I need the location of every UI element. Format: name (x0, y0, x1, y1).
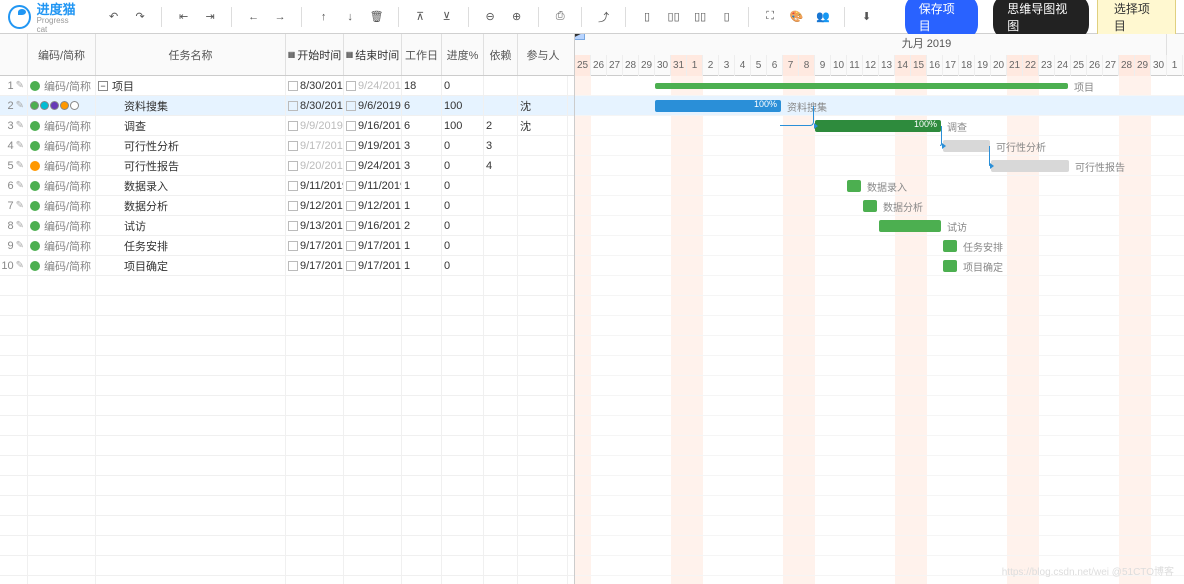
gantt-timeline-header: 九月 2019十月2526272829303112345678910111213… (575, 34, 1184, 76)
logo-title: 进度猫 (37, 2, 76, 17)
table-row[interactable]: 7✎编码/简称数据分析9/12/20199/12/201910 (0, 196, 574, 216)
col3-icon[interactable]: ▯▯ (689, 5, 712, 29)
redo-icon[interactable]: ↷ (129, 5, 152, 29)
gantt-bar[interactable]: 100% (815, 120, 941, 132)
toolbar: 进度猫 Progress cat ↶ ↷ ⇤ ⇥ ← → ↑ ↓ 🗑 ⊼ ⊻ ⊖… (0, 0, 1184, 34)
grid-header: 编码/简称 任务名称 ▦开始时间 ▦结束时间 工作日 进度% 依赖 参与人 (0, 34, 574, 76)
col-progress[interactable]: 进度% (442, 34, 484, 75)
expand-icon[interactable]: ⊼ (409, 5, 432, 29)
undo-icon[interactable]: ↶ (102, 5, 125, 29)
down-icon[interactable]: ↓ (339, 5, 362, 29)
gantt-bar[interactable] (943, 140, 990, 152)
gantt-bar[interactable] (991, 160, 1069, 172)
gantt-chart: ◀ ▶ 九月 2019十月252627282930311234567891011… (575, 34, 1184, 584)
gantt-nav: ◀ ▶ (575, 34, 585, 40)
gantt-bar[interactable]: 100% (655, 100, 781, 112)
scroll-right-icon[interactable]: ▶ (575, 34, 585, 40)
logo-subtitle: Progress cat (37, 16, 79, 34)
right-icon[interactable]: → (269, 5, 292, 29)
col-workdays[interactable]: 工作日 (402, 34, 442, 75)
indent-icon[interactable]: ⇥ (199, 5, 222, 29)
col-name[interactable]: 任务名称 (96, 34, 286, 75)
gantt-bar[interactable] (863, 200, 877, 212)
table-row[interactable]: 10✎编码/简称项目确定9/17/20199/17/201910 (0, 256, 574, 276)
collapse-icon[interactable]: − (98, 81, 108, 91)
table-row[interactable]: 5✎编码/简称可行性报告9/20/20199/24/2019304 (0, 156, 574, 176)
task-grid: 编码/简称 任务名称 ▦开始时间 ▦结束时间 工作日 进度% 依赖 参与人 1✎… (0, 34, 575, 584)
gantt-bar[interactable] (655, 83, 1068, 89)
table-row[interactable]: 8✎编码/简称试访9/13/20199/16/201920 (0, 216, 574, 236)
logo[interactable]: 进度猫 Progress cat (8, 0, 78, 34)
outdent-icon[interactable]: ⇤ (172, 5, 195, 29)
gantt-bar[interactable] (879, 220, 941, 232)
collapse-icon[interactable]: ⊻ (435, 5, 458, 29)
table-row[interactable]: 9✎编码/简称任务安排9/17/20199/17/201910 (0, 236, 574, 256)
gantt-bar[interactable] (943, 240, 957, 252)
gantt-body[interactable]: 项目100%资料搜集100%调查可行性分析可行性报告数据录入数据分析试访任务安排… (575, 76, 1184, 584)
col-start[interactable]: ▦开始时间 (286, 34, 344, 75)
col-depend[interactable]: 依赖 (484, 34, 518, 75)
gantt-bar[interactable] (943, 260, 957, 272)
up-icon[interactable]: ↑ (312, 5, 335, 29)
zoom-out-icon[interactable]: ⊖ (479, 5, 502, 29)
download-icon[interactable]: ⬇ (855, 5, 878, 29)
watermark: https://blog.csdn.net/wei @51CTO博客 (1002, 563, 1174, 578)
gantt-bar[interactable] (847, 180, 861, 192)
select-project-button[interactable]: 选择项目 (1097, 0, 1176, 39)
table-row[interactable]: 2✎资料搜集8/30/20199/6/20196100沈 (0, 96, 574, 116)
col-assignee[interactable]: 参与人 (518, 34, 568, 75)
delete-icon[interactable]: 🗑 (365, 5, 388, 29)
col-end[interactable]: ▦结束时间 (344, 34, 402, 75)
col-code[interactable]: 编码/简称 (28, 34, 96, 75)
zoom-in-icon[interactable]: ⊕ (505, 5, 528, 29)
save-button[interactable]: 保存项目 (905, 0, 978, 39)
share-icon[interactable]: ⤴ (592, 5, 615, 29)
table-row[interactable]: 6✎编码/简称数据录入9/11/20199/11/201910 (0, 176, 574, 196)
fullscreen-icon[interactable]: ⛶ (759, 5, 782, 29)
table-row[interactable]: 4✎编码/简称可行性分析9/17/20199/19/2019303 (0, 136, 574, 156)
print-icon[interactable]: ⎙ (549, 5, 572, 29)
users-icon[interactable]: 👥 (812, 5, 835, 29)
col4-icon[interactable]: ▯ (715, 5, 738, 29)
col1-icon[interactable]: ▯ (636, 5, 659, 29)
left-icon[interactable]: ← (242, 5, 265, 29)
table-row[interactable]: 3✎编码/简称调查9/9/20199/16/201961002沈 (0, 116, 574, 136)
col2-icon[interactable]: ▯▯ (662, 5, 685, 29)
mindmap-button[interactable]: 思维导图视图 (993, 0, 1089, 39)
table-row[interactable]: 1✎编码/简称−项目8/30/20199/24/2019180 (0, 76, 574, 96)
palette-icon[interactable]: 🎨 (785, 5, 808, 29)
logo-icon (8, 5, 31, 29)
